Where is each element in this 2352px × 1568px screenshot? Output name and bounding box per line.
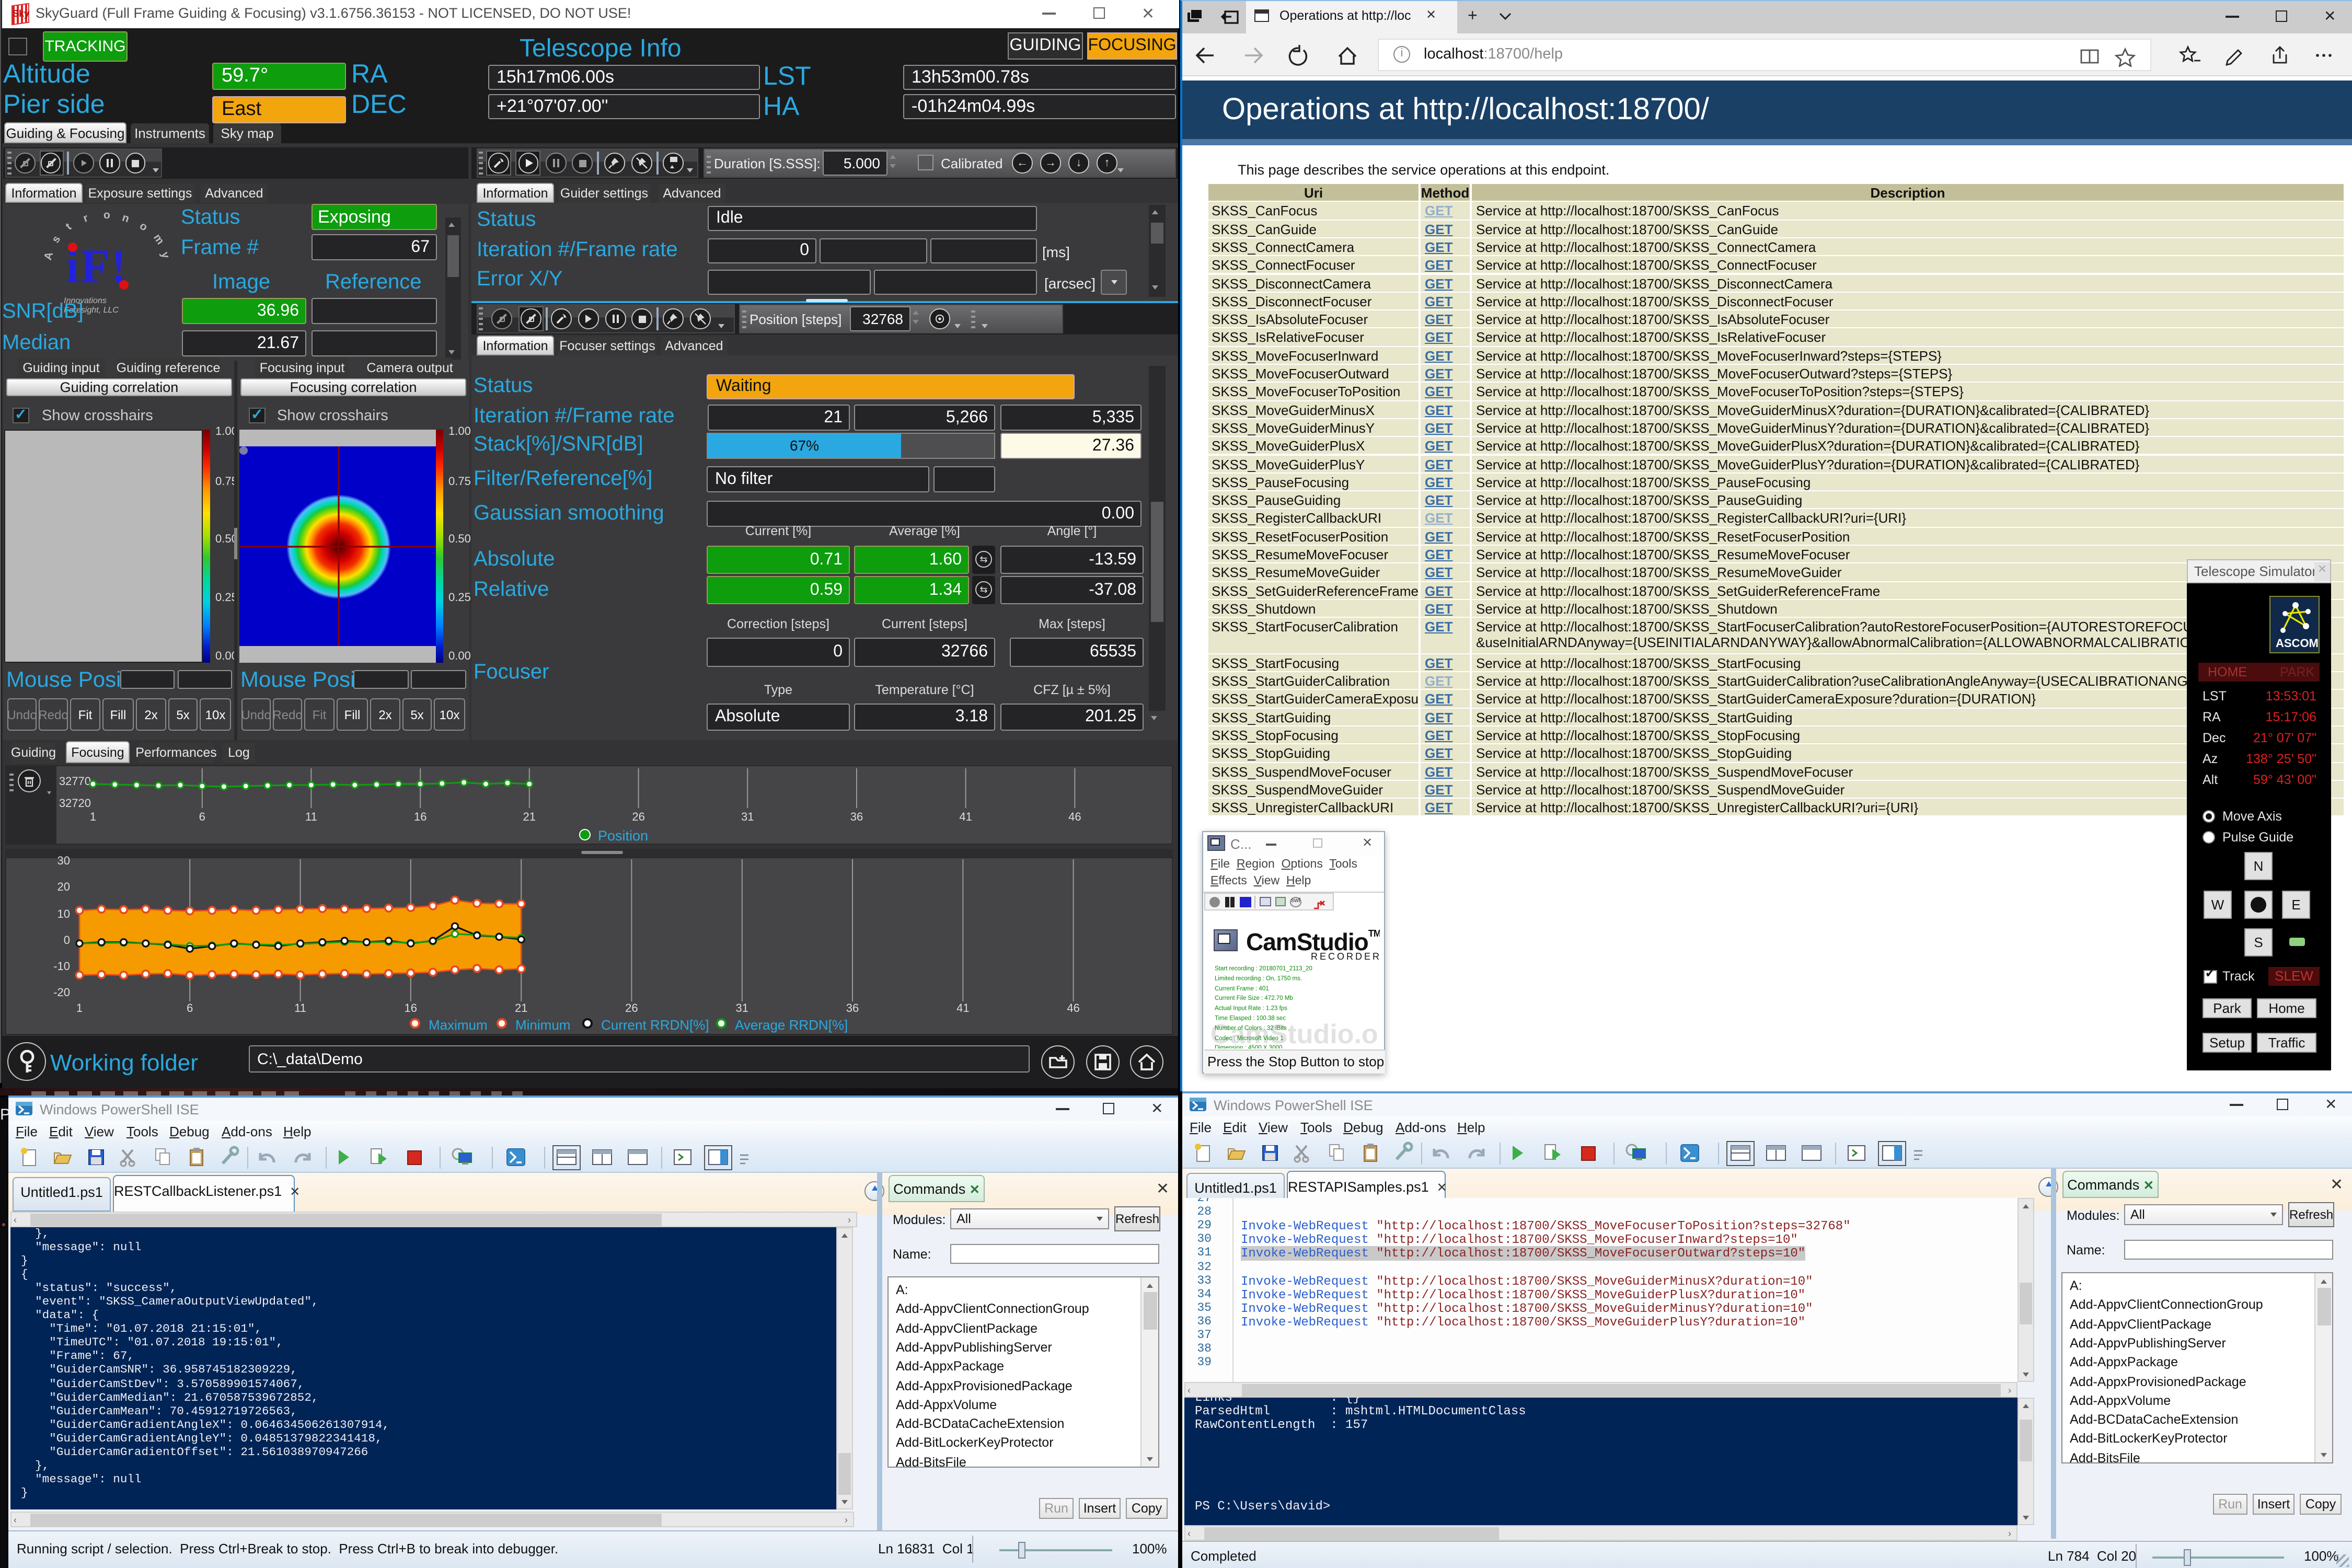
svg-text:1: 1 [76, 1001, 83, 1014]
svg-text:11: 11 [294, 1001, 306, 1014]
svg-text:36: 36 [850, 810, 863, 823]
svg-text:31: 31 [736, 1001, 748, 1014]
svg-text:31: 31 [741, 810, 754, 823]
svg-text:11: 11 [305, 810, 317, 823]
svg-text:1: 1 [90, 810, 96, 823]
svg-text:21: 21 [515, 1001, 527, 1014]
svg-text:21: 21 [523, 810, 536, 823]
svg-text:16: 16 [414, 810, 426, 823]
svg-text:41: 41 [956, 1001, 969, 1014]
svg-text:26: 26 [625, 1001, 638, 1014]
svg-text:16: 16 [405, 1001, 417, 1014]
svg-text:46: 46 [1067, 1001, 1079, 1014]
svg-text:6: 6 [187, 1001, 193, 1014]
svg-text:6: 6 [199, 810, 205, 823]
svg-text:46: 46 [1068, 810, 1081, 823]
svg-text:26: 26 [632, 810, 644, 823]
svg-text:36: 36 [846, 1001, 859, 1014]
svg-text:41: 41 [959, 810, 972, 823]
